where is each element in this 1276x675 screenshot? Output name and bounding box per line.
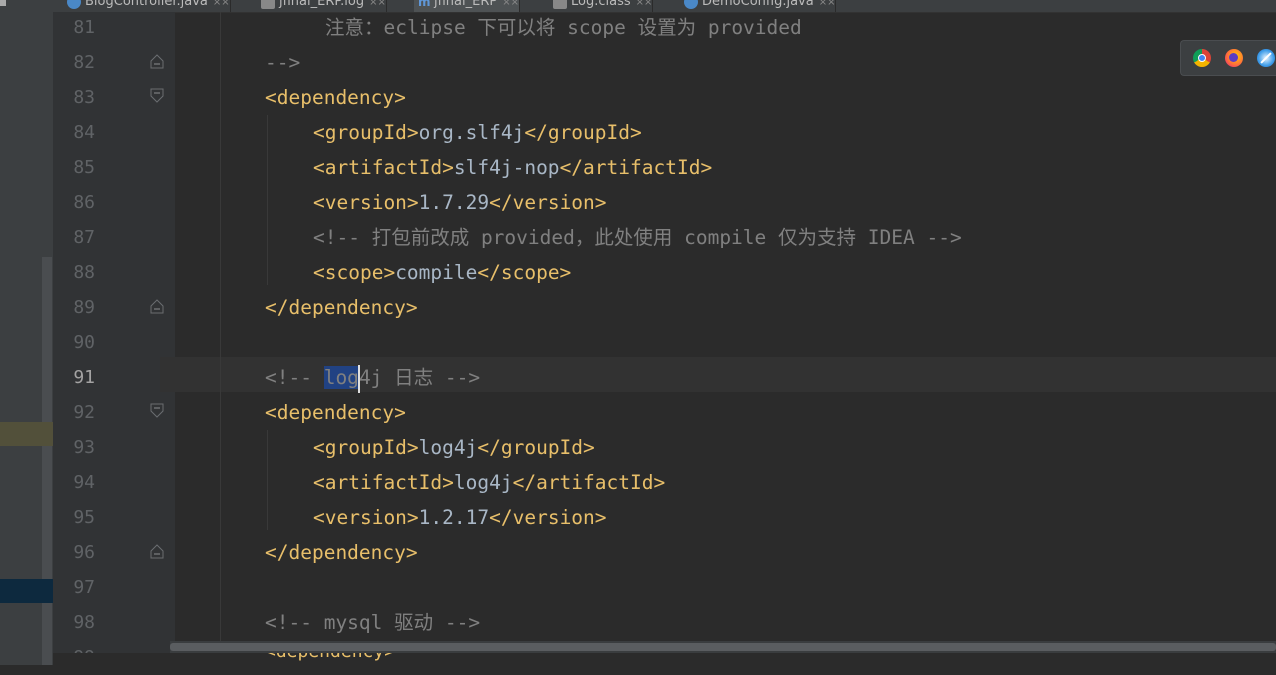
- java-class-icon: [67, 0, 81, 9]
- code-line-95[interactable]: <version>1.2.17</version>: [313, 500, 607, 535]
- partial-code-line: <dependency>: [53, 653, 1276, 665]
- code-line-94[interactable]: <artifactId>log4j</artifactId>: [313, 465, 665, 500]
- panel-arrow-icon: [0, 0, 6, 6]
- code-line-96[interactable]: </dependency>: [265, 535, 418, 570]
- line-number: 94: [73, 472, 95, 493]
- line-number: 82: [73, 52, 95, 73]
- line-number: 87: [73, 227, 95, 248]
- text-selection[interactable]: log: [323, 366, 359, 389]
- xml-open-tag: <version>: [313, 191, 419, 214]
- class-file-icon: [553, 0, 567, 9]
- line-number: 96: [73, 542, 95, 563]
- project-tool-panel[interactable]: [0, 0, 53, 665]
- code-line-99[interactable]: <dependency>: [265, 653, 395, 662]
- code-line-98[interactable]: <!-- mysql 驱动 -->: [265, 605, 480, 640]
- panel-selected-row[interactable]: [0, 579, 53, 603]
- line-number: 93: [73, 437, 95, 458]
- xml-value: slf4j-nop: [453, 156, 560, 179]
- line-number: 86: [73, 192, 95, 213]
- firefox-icon[interactable]: [1225, 49, 1243, 67]
- line-number: 95: [73, 507, 95, 528]
- code-line-92[interactable]: <dependency>: [265, 395, 406, 430]
- close-icon[interactable]: ××: [213, 0, 230, 8]
- code-line-88[interactable]: <scope>compile</scope>: [313, 255, 571, 290]
- fold-end-icon[interactable]: [149, 298, 165, 314]
- code-line-86[interactable]: <version>1.7.29</version>: [313, 185, 607, 220]
- xml-value: 1.2.17: [418, 506, 490, 529]
- xml-open-tag: <groupId>: [313, 436, 419, 459]
- line-number: 98: [73, 612, 95, 633]
- code-line-85[interactable]: <artifactId>slf4j-nop</artifactId>: [313, 150, 712, 185]
- fold-start-icon[interactable]: [149, 88, 165, 104]
- close-icon[interactable]: ××: [369, 0, 386, 8]
- line-number: 97: [73, 577, 95, 598]
- code-line-83[interactable]: <dependency>: [265, 80, 406, 115]
- code-line-81[interactable]: 注意：eclipse 下可以将 scope 设置为 provided: [325, 10, 802, 45]
- xml-value: compile: [395, 261, 478, 284]
- close-icon[interactable]: ××: [502, 0, 519, 8]
- xml-open-tag: <scope>: [313, 261, 396, 284]
- xml-value: log4j: [453, 471, 513, 494]
- code-line-89[interactable]: </dependency>: [265, 290, 418, 325]
- xml-close-tag: </groupId>: [524, 121, 642, 144]
- log-file-icon: [261, 0, 275, 9]
- close-icon[interactable]: ××: [636, 0, 653, 8]
- fold-end-icon[interactable]: [149, 543, 165, 559]
- xml-close-tag: </artifactId>: [512, 471, 666, 494]
- xml-close-tag: </artifactId>: [559, 156, 713, 179]
- code-line-91[interactable]: <!-- log4j 日志 -->: [265, 360, 480, 395]
- fold-start-icon[interactable]: [149, 403, 165, 419]
- line-number: 92: [73, 402, 95, 423]
- xml-open-tag: <groupId>: [313, 121, 419, 144]
- line-number: 83: [73, 87, 95, 108]
- line-number: 91: [73, 367, 95, 388]
- indent-guide: [267, 115, 268, 285]
- indent-guide: [267, 430, 268, 530]
- line-number: 90: [73, 332, 95, 353]
- code-line-87[interactable]: <!-- 打包前改成 provided，此处使用 compile 仅为支持 ID…: [313, 220, 962, 255]
- line-number: 81: [73, 17, 95, 38]
- xml-open-tag: <artifactId>: [313, 471, 454, 494]
- scrollbar-thumb[interactable]: [170, 643, 1276, 651]
- maven-icon: m: [418, 0, 431, 9]
- xml-close-tag: </version>: [489, 506, 607, 529]
- xml-value: 1.7.29: [418, 191, 490, 214]
- line-number: 88: [73, 262, 95, 283]
- java-class-icon: [684, 0, 698, 9]
- line-number: 85: [73, 157, 95, 178]
- xml-close-tag: </groupId>: [477, 436, 595, 459]
- close-icon[interactable]: ××: [819, 0, 836, 8]
- safari-icon[interactable]: [1257, 49, 1275, 67]
- xml-value: log4j: [418, 436, 478, 459]
- panel-highlight-row: [0, 422, 53, 446]
- code-line-84[interactable]: <groupId>org.slf4j</groupId>: [313, 115, 642, 150]
- xml-close-tag: </scope>: [477, 261, 572, 284]
- line-number: 89: [73, 297, 95, 318]
- xml-open-tag: <artifactId>: [313, 156, 454, 179]
- comment-start: <!--: [265, 366, 324, 389]
- panel-scrollbar[interactable]: [42, 257, 52, 665]
- xml-open-tag: <version>: [313, 506, 419, 529]
- fold-end-icon[interactable]: [149, 53, 165, 69]
- line-number: 84: [73, 122, 95, 143]
- chrome-icon[interactable]: [1193, 49, 1211, 67]
- code-line-93[interactable]: <groupId>log4j</groupId>: [313, 430, 595, 465]
- xml-value: org.slf4j: [418, 121, 525, 144]
- xml-close-tag: </version>: [489, 191, 607, 214]
- indent-guide: [220, 12, 221, 642]
- comment-rest: 4j 日志 -->: [358, 366, 481, 389]
- horizontal-scrollbar[interactable]: [170, 641, 1276, 653]
- browser-preview-bar: [1180, 40, 1276, 76]
- code-line-82[interactable]: -->: [265, 45, 300, 80]
